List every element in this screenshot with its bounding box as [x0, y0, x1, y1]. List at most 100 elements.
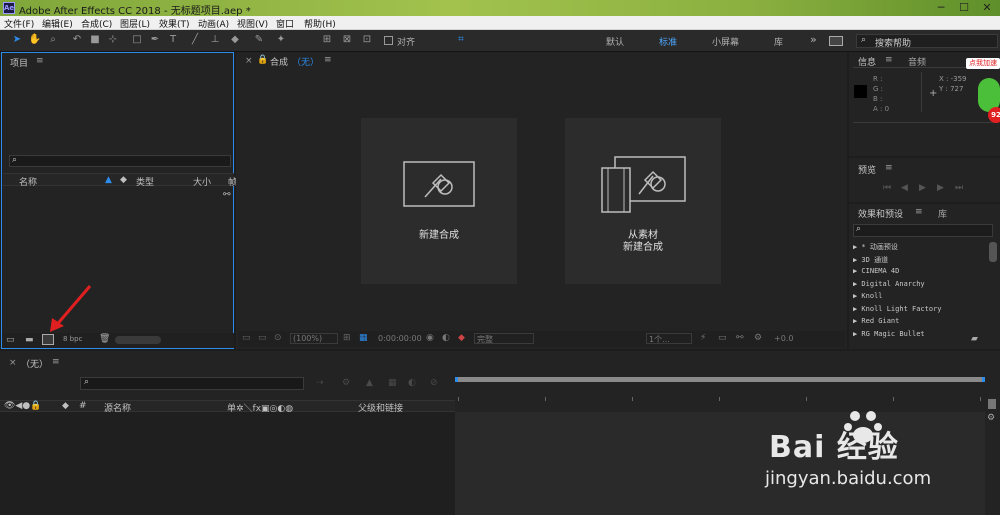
- transparency-grid-icon[interactable]: ▦: [359, 333, 368, 343]
- composition-name[interactable]: （无）: [292, 55, 319, 68]
- close-tab-icon[interactable]: ×: [245, 56, 253, 66]
- mask-visibility-icon[interactable]: ⊙: [274, 333, 282, 343]
- new-composition-icon[interactable]: [42, 334, 54, 345]
- label-tag-icon[interactable]: ◆: [120, 175, 127, 185]
- always-preview-icon[interactable]: ▭: [242, 333, 251, 343]
- snapshot-icon[interactable]: ◉: [426, 333, 434, 343]
- play-icon[interactable]: ▶: [919, 183, 926, 193]
- motion-blur-icon[interactable]: ◐: [408, 378, 416, 388]
- maximize-button[interactable]: ☐: [953, 0, 975, 16]
- axis-view-icon[interactable]: ⊡: [360, 33, 374, 47]
- selection-tool-icon[interactable]: ➤: [10, 33, 24, 47]
- workspace-more-button[interactable]: »: [810, 33, 817, 46]
- rotate-tool-icon[interactable]: ↶: [70, 33, 84, 47]
- panel-menu-icon[interactable]: ≡: [324, 55, 332, 65]
- effects-item-rg-magic-bullet[interactable]: ▶ RG Magic Bullet: [853, 330, 925, 338]
- new-comp-from-footage-card[interactable]: 从素材 新建合成: [565, 118, 721, 284]
- clone-stamp-tool-icon[interactable]: ⊥: [208, 33, 222, 47]
- column-type[interactable]: 类型: [136, 175, 154, 188]
- close-tab-icon[interactable]: ×: [9, 358, 17, 368]
- reset-exposure-icon[interactable]: ⚙: [754, 333, 762, 343]
- menu-edit[interactable]: 编辑(E): [42, 17, 73, 30]
- vr-icon[interactable]: ▭: [258, 333, 267, 343]
- panel-menu-icon[interactable]: ≡: [36, 56, 44, 66]
- effects-item-digital-anarchy[interactable]: ▶ Digital Anarchy: [853, 280, 925, 288]
- column-name[interactable]: 名称: [19, 175, 37, 188]
- pen-tool-icon[interactable]: ✒: [148, 33, 162, 47]
- resolution-icon[interactable]: ⊞: [343, 333, 351, 343]
- composition-tab-title[interactable]: 合成: [270, 55, 288, 68]
- menu-view[interactable]: 视图(V): [237, 17, 268, 30]
- workspace-library[interactable]: 库: [774, 35, 783, 48]
- axis-local-icon[interactable]: ⊞: [320, 33, 334, 47]
- menu-help[interactable]: 帮助(H): [304, 17, 336, 30]
- menu-window[interactable]: 窗口: [276, 17, 294, 30]
- timeline-icon[interactable]: ▭: [718, 333, 727, 343]
- comp-mini-flowchart-icon[interactable]: ⇢: [316, 378, 324, 388]
- panel-menu-icon[interactable]: ≡: [885, 55, 893, 65]
- new-folder-icon[interactable]: ▰: [971, 334, 978, 344]
- preview-panel-title[interactable]: 预览: [858, 163, 876, 176]
- comp-button-icon[interactable]: ⚙: [987, 413, 995, 423]
- search-toggle-icon[interactable]: [829, 36, 843, 46]
- help-search-input[interactable]: ⌕ 搜索帮助: [856, 34, 998, 49]
- panel-menu-icon[interactable]: ≡: [885, 163, 893, 173]
- menu-effect[interactable]: 效果(T): [159, 17, 190, 30]
- tab-effects-presets[interactable]: 效果和预设: [858, 207, 903, 220]
- effects-item-animation-presets[interactable]: ▶ * 动画预设: [853, 242, 898, 252]
- bit-depth-button[interactable]: 8 bpc: [63, 335, 82, 343]
- comp-flowchart-icon[interactable]: ⚯: [736, 333, 744, 343]
- workspace-standard[interactable]: 标准: [659, 35, 677, 48]
- draft-3d-icon[interactable]: ⚙: [342, 378, 350, 388]
- shy-layers-icon[interactable]: ▲: [366, 378, 373, 388]
- flowchart-icon[interactable]: ⚯: [223, 190, 231, 200]
- hand-tool-icon[interactable]: ✋: [28, 33, 42, 47]
- work-area-bar[interactable]: [455, 377, 985, 382]
- minimize-button[interactable]: ─: [930, 0, 952, 16]
- interpret-footage-icon[interactable]: ▭: [6, 335, 15, 345]
- puppet-tool-icon[interactable]: ✦: [274, 33, 288, 47]
- fast-preview-icon[interactable]: ⚡: [700, 333, 706, 343]
- effects-item-knoll-light-factory[interactable]: ▶ Knoll Light Factory: [853, 305, 942, 313]
- effects-item-3d-channel[interactable]: ▶ 3D 通道: [853, 255, 888, 265]
- resolution-dropdown[interactable]: 完整: [474, 333, 534, 344]
- first-frame-icon[interactable]: ⏮: [883, 183, 891, 193]
- panel-menu-icon[interactable]: ≡: [915, 207, 923, 217]
- panel-menu-icon[interactable]: ≡: [52, 357, 60, 367]
- roto-brush-tool-icon[interactable]: ✎: [252, 33, 266, 47]
- brush-tool-icon[interactable]: ╱: [188, 33, 202, 47]
- lock-icon[interactable]: 🔒: [257, 55, 268, 65]
- effects-item-knoll[interactable]: ▶ Knoll: [853, 292, 883, 300]
- workspace-default[interactable]: 默认: [606, 35, 624, 48]
- time-zoom-slider[interactable]: [988, 399, 996, 409]
- effects-search-input[interactable]: ⌕: [853, 224, 993, 237]
- project-scrollbar[interactable]: [115, 336, 161, 344]
- workspace-small-screen[interactable]: 小屏幕: [712, 35, 739, 48]
- trash-icon[interactable]: 🗑: [99, 334, 110, 344]
- rectangle-tool-icon[interactable]: □: [130, 33, 144, 47]
- new-composition-card[interactable]: 新建合成: [361, 118, 517, 284]
- eraser-tool-icon[interactable]: ◆: [228, 33, 242, 47]
- menu-composition[interactable]: 合成(C): [81, 17, 112, 30]
- zoom-tool-icon[interactable]: ⌕: [46, 33, 60, 47]
- snap-options-icon[interactable]: ⌗: [454, 33, 468, 47]
- effects-item-cinema-4d[interactable]: ▶ CINEMA 4D: [853, 267, 899, 275]
- effects-scrollbar[interactable]: [989, 242, 997, 262]
- tab-library[interactable]: 库: [938, 207, 947, 220]
- menu-layer[interactable]: 图层(L): [120, 17, 150, 30]
- close-button[interactable]: ✕: [976, 0, 998, 16]
- speedup-badge[interactable]: 点我加速 92: [966, 58, 1000, 124]
- timeline-tab-title[interactable]: （无）: [21, 357, 48, 370]
- last-frame-icon[interactable]: ⏭: [955, 183, 963, 193]
- camera-tool-icon[interactable]: ■: [88, 33, 102, 47]
- show-snapshot-icon[interactable]: ◐: [442, 333, 450, 343]
- previous-frame-icon[interactable]: ◀: [901, 183, 908, 193]
- next-frame-icon[interactable]: ▶: [937, 183, 944, 193]
- layer-list-area[interactable]: [0, 412, 455, 515]
- label-tag-icon[interactable]: ◆: [62, 401, 69, 411]
- timecode[interactable]: 0:00:00:00: [378, 334, 422, 343]
- frame-blending-icon[interactable]: ▦: [388, 378, 397, 388]
- snap-checkbox[interactable]: [384, 36, 393, 45]
- type-tool-icon[interactable]: T: [166, 33, 180, 47]
- new-folder-icon[interactable]: ▬: [25, 335, 34, 345]
